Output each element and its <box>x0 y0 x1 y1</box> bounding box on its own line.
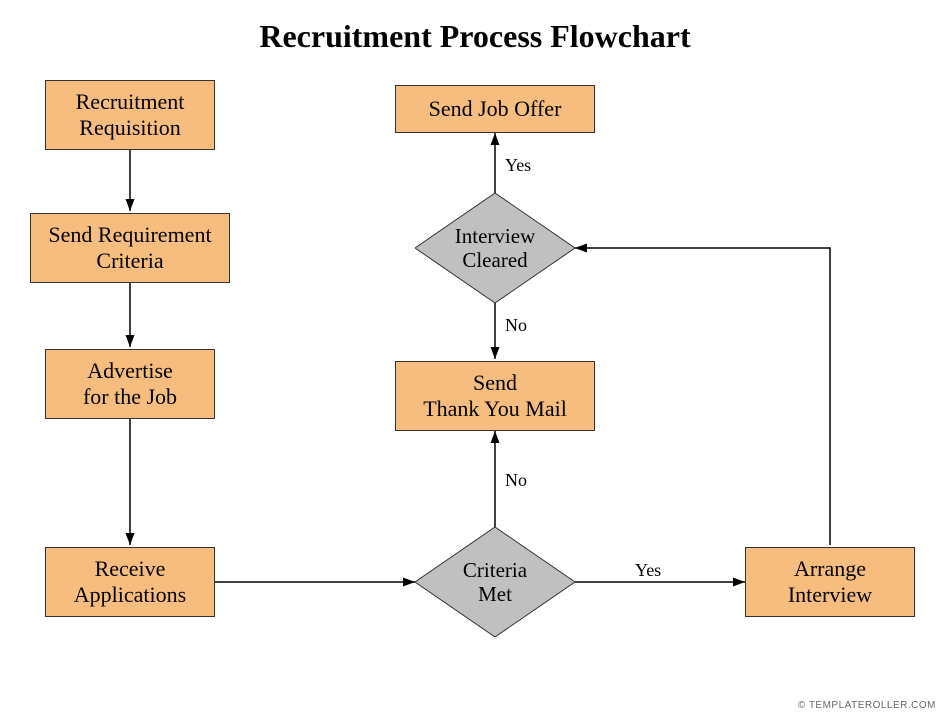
node-interview-cleared: Interview Cleared <box>415 193 575 303</box>
node-arrange-interview: Arrange Interview <box>745 547 915 617</box>
edge-criteria-no: No <box>505 470 527 491</box>
node-interview-cleared-label: Interview Cleared <box>455 224 535 272</box>
node-send-job-offer: Send Job Offer <box>395 85 595 133</box>
node-advertise-job: Advertise for the Job <box>45 349 215 419</box>
node-recruitment-requisition: Recruitment Requisition <box>45 80 215 150</box>
node-criteria-met-label: Criteria Met <box>463 558 527 606</box>
node-criteria-met: Criteria Met <box>415 527 575 637</box>
node-send-requirement-criteria: Send Requirement Criteria <box>30 213 230 283</box>
node-receive-applications: Receive Applications <box>45 547 215 617</box>
edge-interview-no: No <box>505 315 527 336</box>
page-title: Recruitment Process Flowchart <box>0 18 950 55</box>
edge-interview-yes: Yes <box>505 155 531 176</box>
footer-credit: © TEMPLATEROLLER.COM <box>798 700 936 711</box>
edge-criteria-yes: Yes <box>635 560 661 581</box>
node-send-thank-you: Send Thank You Mail <box>395 361 595 431</box>
